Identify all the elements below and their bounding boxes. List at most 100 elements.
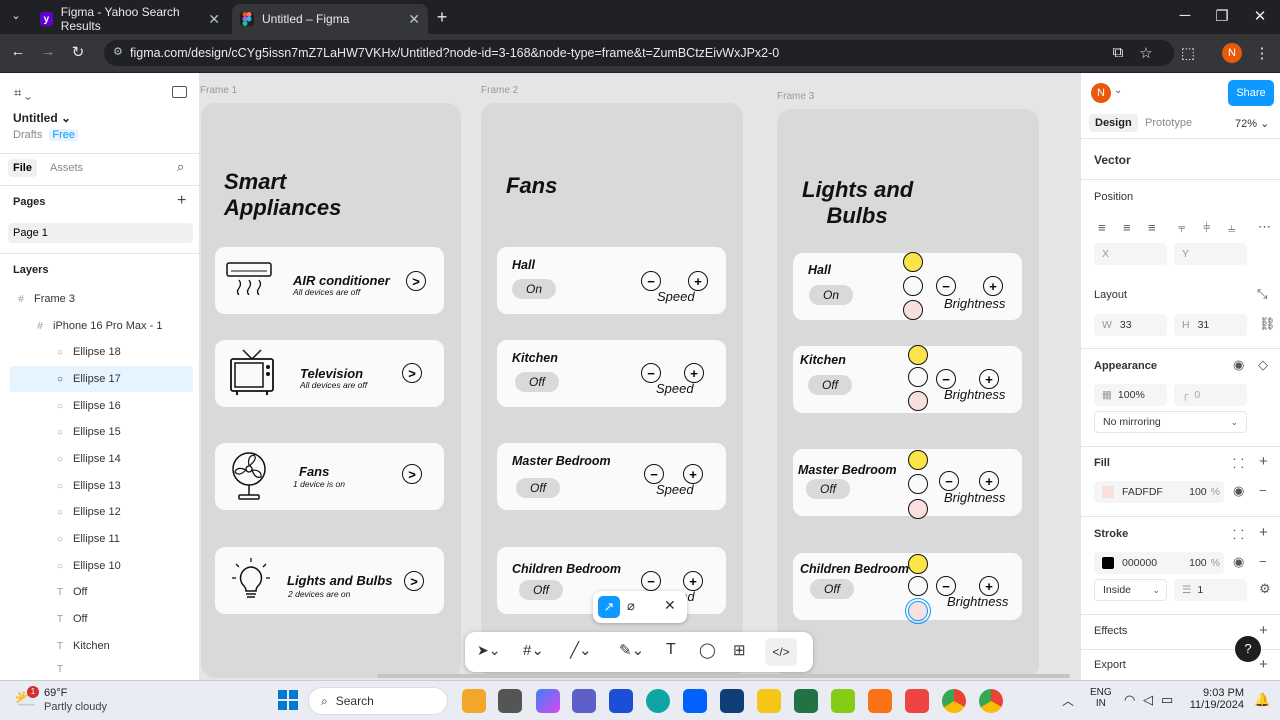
styles-icon[interactable]: ⸬ xyxy=(1233,454,1244,472)
align-bottom-icon[interactable]: ⫨ xyxy=(1228,220,1235,236)
decrease-button[interactable]: − xyxy=(644,464,664,484)
color-swatch-yellow[interactable] xyxy=(908,554,928,574)
stroke-settings-icon[interactable]: ⚙ xyxy=(1259,581,1271,597)
excel-icon[interactable] xyxy=(794,689,818,713)
layer-ellipse-16[interactable]: ○ Ellipse 16 xyxy=(0,393,200,419)
stroke-weight-input[interactable]: ☰ 1 xyxy=(1174,579,1247,601)
add-page-icon[interactable]: + xyxy=(177,192,186,210)
align-right-icon[interactable]: ≡ xyxy=(1148,220,1156,235)
eye-icon[interactable]: ◉ xyxy=(1233,554,1244,570)
add-stroke-icon[interactable]: + xyxy=(1259,524,1268,541)
blend-mode-icon[interactable]: ◇ xyxy=(1258,357,1268,373)
widgets-icon[interactable] xyxy=(462,689,486,713)
decrease-button[interactable]: − xyxy=(936,576,956,596)
open-arrow-button[interactable]: > xyxy=(402,363,422,383)
color-swatch-white[interactable] xyxy=(908,474,928,494)
tray-chevron-icon[interactable]: ︿ xyxy=(1062,692,1074,709)
frame-3-label[interactable]: Frame 3 xyxy=(777,91,814,102)
line-tool-icon[interactable]: ╱⌄ xyxy=(570,641,592,659)
frame-1-label[interactable]: Frame 1 xyxy=(200,85,237,96)
page-item[interactable]: Page 1 xyxy=(8,223,193,243)
file-name[interactable]: Untitled ⌄ xyxy=(13,111,71,125)
chevron-down-icon[interactable]: ⌄ xyxy=(1114,85,1122,96)
taskbar-search[interactable]: ⌕ Search xyxy=(308,687,448,715)
power-toggle[interactable]: On xyxy=(809,285,853,305)
profile-avatar[interactable]: N xyxy=(1222,43,1242,63)
fan-room-card[interactable]: Master Bedroom Off − + Speed xyxy=(497,443,726,510)
align-center-icon[interactable]: ≡ xyxy=(1123,220,1131,235)
layer-ellipse-13[interactable]: ○ Ellipse 13 xyxy=(0,473,200,499)
volume-icon[interactable]: ◁ xyxy=(1143,692,1153,708)
color-swatch-yellow[interactable] xyxy=(908,345,928,365)
power-toggle[interactable]: Off xyxy=(519,580,563,600)
tab-prototype[interactable]: Prototype xyxy=(1145,117,1192,129)
light-room-card[interactable]: Master Bedroom Off − + Brightness xyxy=(793,449,1022,519)
opacity-input[interactable]: ▦ 100% xyxy=(1094,384,1167,406)
dev-mode-icon[interactable]: </> xyxy=(765,638,797,666)
frame-3[interactable]: Lights and Bulbs Hall On − + Brightness … xyxy=(777,109,1039,678)
dropbox-icon[interactable] xyxy=(683,689,707,713)
width-input[interactable]: W 33 xyxy=(1094,314,1167,336)
stroke-color-input[interactable]: 000000 100 % xyxy=(1094,552,1224,574)
maximize-icon[interactable]: ❐ xyxy=(1212,7,1232,25)
add-export-icon[interactable]: + xyxy=(1259,656,1268,673)
resize-icon[interactable]: ⤡ xyxy=(1257,286,1267,302)
decrease-button[interactable]: − xyxy=(641,363,661,383)
increase-button[interactable]: + xyxy=(683,464,703,484)
layer-ellipse-14[interactable]: ○ Ellipse 14 xyxy=(0,446,200,472)
new-tab-icon[interactable]: + xyxy=(432,7,452,28)
increase-button[interactable]: + xyxy=(979,471,999,491)
tab-file[interactable]: File xyxy=(8,159,37,177)
layer-ellipse-15[interactable]: ○ Ellipse 15 xyxy=(0,419,200,445)
color-swatch-white[interactable] xyxy=(903,276,923,296)
add-effect-icon[interactable]: + xyxy=(1259,622,1268,639)
bookmark-icon[interactable]: ☆ xyxy=(1136,44,1156,62)
panel-toggle-icon[interactable] xyxy=(172,86,187,98)
y-input[interactable]: Y xyxy=(1174,243,1247,265)
decrease-button[interactable]: − xyxy=(936,276,956,296)
copilot-icon[interactable] xyxy=(536,689,560,713)
url-field[interactable]: ⚙ figma.com/design/cCYg5issn7mZ7LaHW7VKH… xyxy=(104,40,1174,66)
layer-ellipse-18[interactable]: ○ Ellipse 18 xyxy=(0,339,200,365)
tab-assets[interactable]: Assets xyxy=(50,162,83,174)
decrease-button[interactable]: − xyxy=(641,571,661,591)
color-swatch-pink-selected[interactable] xyxy=(905,598,931,624)
power-toggle[interactable]: Off xyxy=(515,372,559,392)
weather-temp[interactable]: 69°F xyxy=(44,687,67,699)
canvas[interactable]: Frame 1 Smart Appliances AIR conditioner… xyxy=(200,73,1080,680)
wifi-icon[interactable]: ◠ xyxy=(1124,692,1135,708)
decrease-button[interactable]: − xyxy=(936,369,956,389)
appliance-card-fans[interactable]: Fans 1 device is on > xyxy=(215,443,444,510)
eye-icon[interactable]: ◉ xyxy=(1233,357,1244,373)
more-icon[interactable]: ⋯ xyxy=(1258,219,1271,235)
fill-swatch[interactable] xyxy=(1102,486,1114,498)
appliance-card-ac[interactable]: AIR conditioner All devices are off > xyxy=(215,247,444,314)
increase-button[interactable]: + xyxy=(684,363,704,383)
eye-icon[interactable]: ◉ xyxy=(1233,483,1244,499)
move-tool-icon[interactable]: ➤⌄ xyxy=(477,642,500,659)
x-input[interactable]: X xyxy=(1094,243,1167,265)
fan-room-card[interactable]: Kitchen Off − + Speed xyxy=(497,340,726,407)
light-room-card[interactable]: Hall On − + Brightness xyxy=(793,252,1022,320)
tab-design[interactable]: Design xyxy=(1089,114,1138,132)
search-icon[interactable]: ⌕ xyxy=(177,159,184,175)
horizontal-scrollbar[interactable] xyxy=(377,674,1070,678)
increase-button[interactable]: + xyxy=(983,276,1003,296)
app-icon[interactable] xyxy=(905,689,929,713)
height-input[interactable]: H 31 xyxy=(1174,314,1247,336)
close-icon[interactable]: ✕ xyxy=(408,11,420,28)
notification-icon[interactable]: 🔔 xyxy=(1254,692,1270,708)
appliance-card-lights[interactable]: Lights and Bulbs 2 devices are on > xyxy=(215,547,444,614)
styles-icon[interactable]: ⸬ xyxy=(1233,525,1244,543)
corner-radius-input[interactable]: ╭ 0 xyxy=(1174,384,1247,406)
chrome-icon[interactable] xyxy=(942,689,966,713)
edge-icon[interactable] xyxy=(646,689,670,713)
power-toggle[interactable]: On xyxy=(512,279,556,299)
windows-start-icon[interactable] xyxy=(278,690,298,710)
align-left-icon[interactable]: ≡ xyxy=(1098,220,1106,235)
chrome-profile-icon[interactable] xyxy=(979,689,1003,713)
color-swatch-yellow[interactable] xyxy=(908,450,928,470)
layer-text[interactable]: T xyxy=(0,659,200,679)
layer-ellipse-17[interactable]: ○ Ellipse 17 xyxy=(10,366,193,392)
site-info-icon[interactable]: ⚙ xyxy=(113,45,123,58)
